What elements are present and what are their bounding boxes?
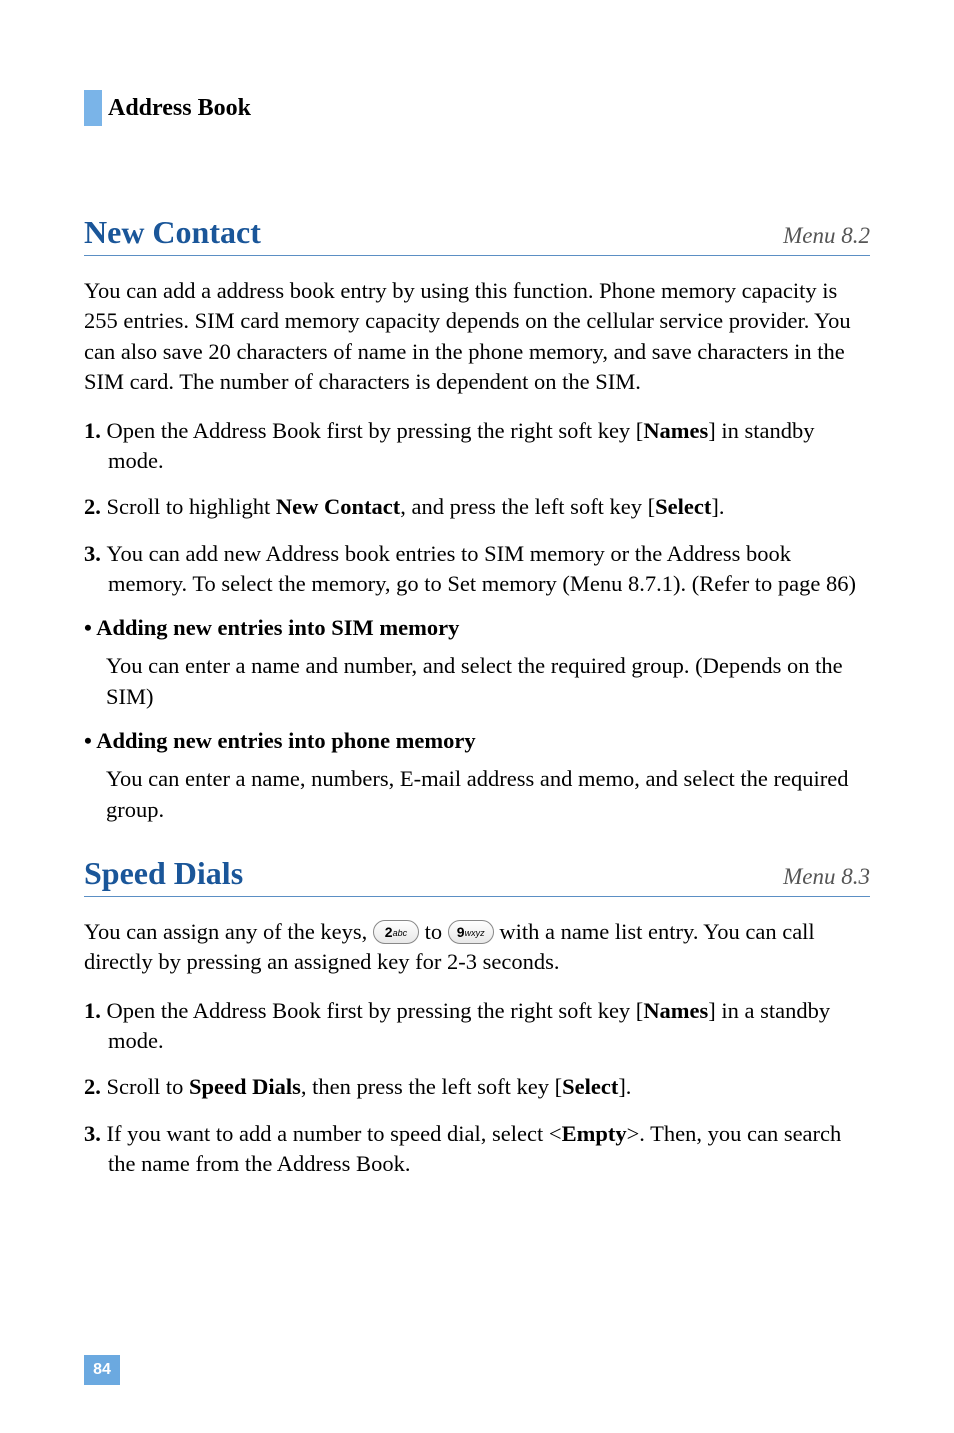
step-text: , then press the left soft key [ [301,1074,562,1099]
key-name: Select [655,494,711,519]
bullet-body-sim: You can enter a name and number, and sel… [84,651,870,712]
step-number: 1. [84,418,107,443]
section-title: New Contact [84,214,261,251]
intro-text: You can assign any of the keys, [84,919,373,944]
step-text: ]. [618,1074,631,1099]
menu-name: Speed Dials [189,1074,301,1099]
step-text: Scroll to [107,1074,190,1099]
chapter-header: Address Book [84,90,870,126]
section-speed-dials: Speed Dials Menu 8.3 You can assign any … [84,855,870,1180]
key-name: Names [643,418,708,443]
step-text: Open the Address Book first by pressing … [107,998,644,1023]
step-3: 3. If you want to add a number to speed … [84,1119,870,1180]
step-number: 3. [84,541,107,566]
step-1: 1. Open the Address Book first by pressi… [84,996,870,1057]
step-text: ]. [711,494,724,519]
bullet-body-phone: You can enter a name, numbers, E-mail ad… [84,764,870,825]
section-new-contact: New Contact Menu 8.2 You can add a addre… [84,214,870,825]
section-menu-ref: Menu 8.2 [783,223,870,249]
section-title: Speed Dials [84,855,243,892]
step-number: 3. [84,1121,107,1146]
step-1: 1. Open the Address Book first by pressi… [84,416,870,477]
menu-name: New Contact [276,494,400,519]
bullet-heading-sim: • Adding new entries into SIM memory [84,615,870,641]
chapter-accent-bar [84,90,102,126]
key-name: Names [643,998,708,1023]
step-text: Open the Address Book first by pressing … [107,418,644,443]
step-text: If you want to add a number to speed dia… [107,1121,562,1146]
intro-text: to [419,919,448,944]
section-header: Speed Dials Menu 8.3 [84,855,870,897]
bullet-heading-phone: • Adding new entries into phone memory [84,728,870,754]
step-3: 3. You can add new Address book entries … [84,539,870,600]
section-header: New Contact Menu 8.2 [84,214,870,256]
step-2: 2. Scroll to Speed Dials, then press the… [84,1072,870,1102]
phone-key-2-icon: 2abc [373,920,419,944]
step-text: You can add new Address book entries to … [107,541,857,596]
step-number: 2. [84,494,107,519]
phone-key-9-icon: 9wxyz [448,920,494,944]
page-number: 84 [84,1355,120,1385]
section-menu-ref: Menu 8.3 [783,864,870,890]
step-text: , and press the left soft key [ [400,494,655,519]
chapter-title: Address Book [108,95,251,122]
step-number: 2. [84,1074,107,1099]
intro-paragraph: You can add a address book entry by usin… [84,276,870,398]
intro-paragraph: You can assign any of the keys, 2abc to … [84,917,870,978]
step-text: Scroll to highlight [107,494,276,519]
key-name: Select [562,1074,618,1099]
step-2: 2. Scroll to highlight New Contact, and … [84,492,870,522]
step-number: 1. [84,998,107,1023]
option-name: Empty [562,1121,627,1146]
